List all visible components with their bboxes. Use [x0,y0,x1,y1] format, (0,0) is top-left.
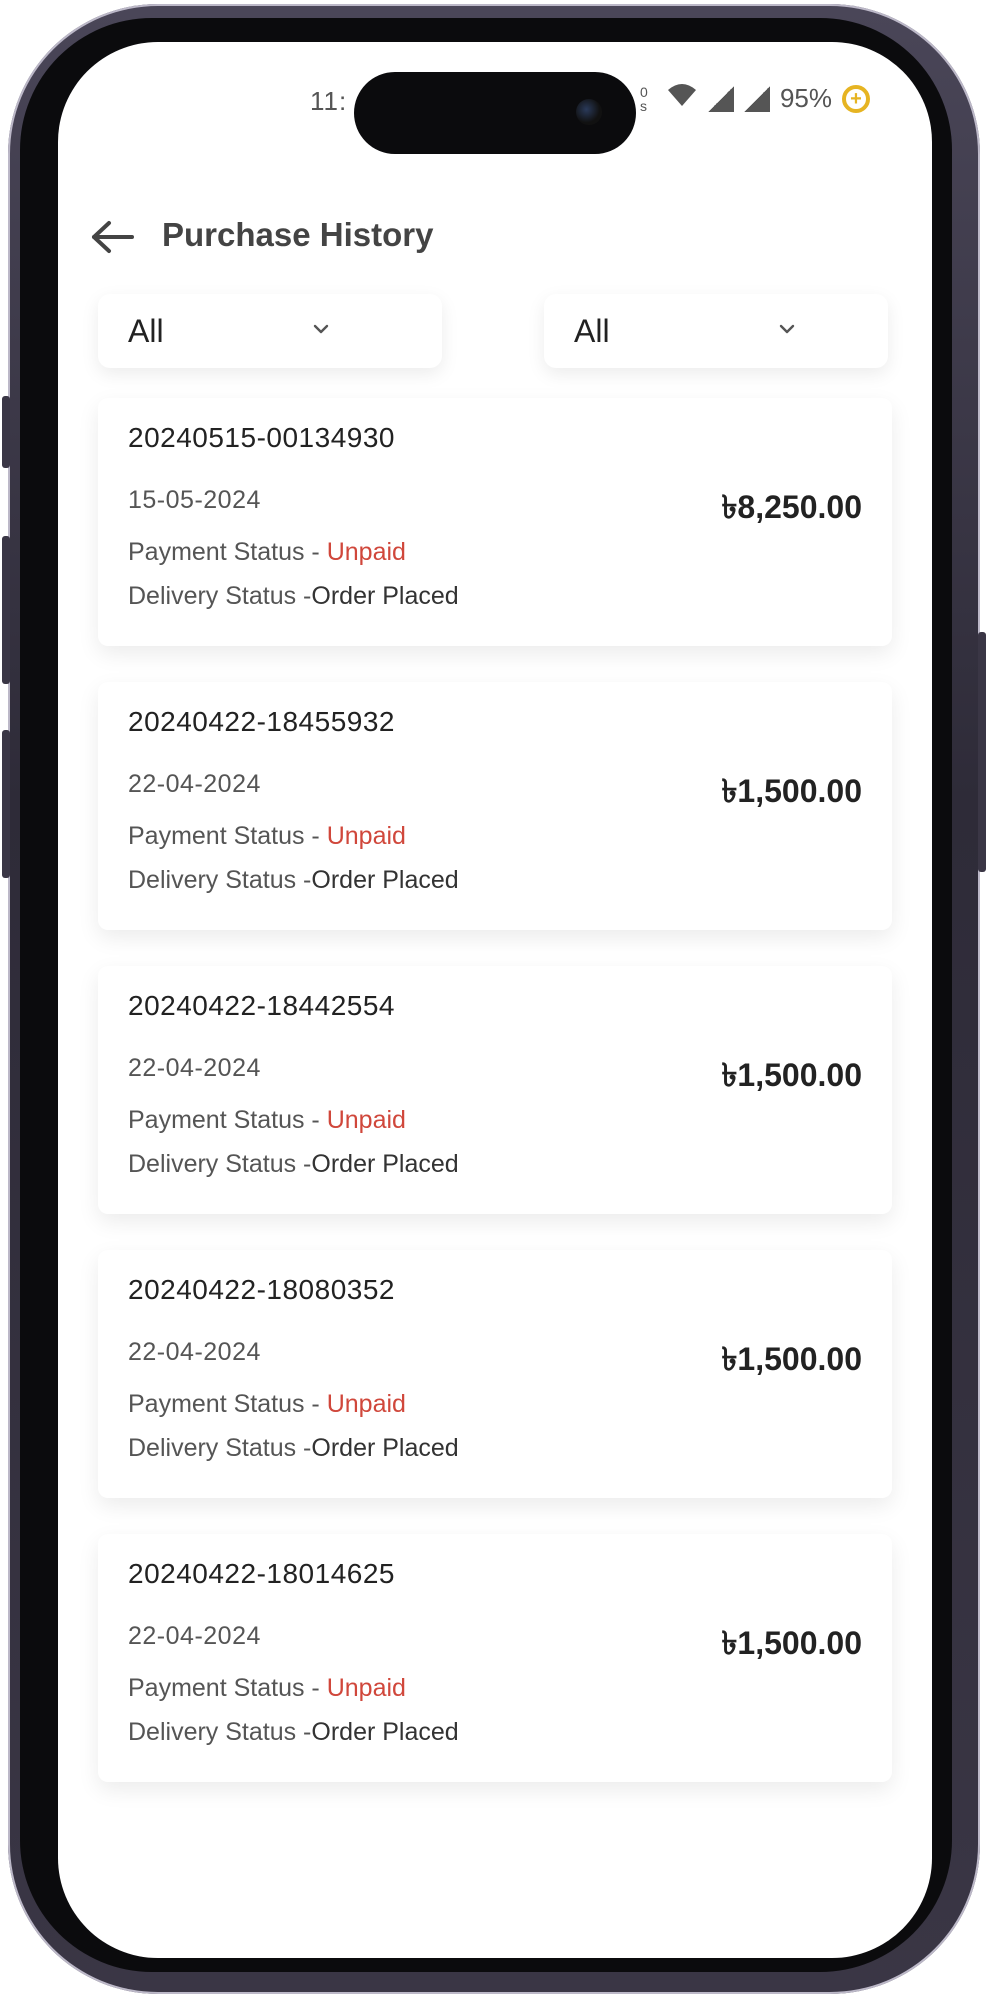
payment-status-value: Unpaid [326,1674,406,1702]
signal-icon-sim1 [707,85,734,112]
back-button[interactable] [88,212,138,262]
payment-status-label: Payment Status - [128,1106,327,1134]
payment-status: Payment Status - Unpaid [128,1674,406,1703]
order-number: 20240422-18442554 [128,990,395,1021]
network-speed: 0 s [639,83,648,114]
chevron-down-icon [313,324,329,334]
status-icons: 0 s 95% + [640,82,870,115]
order-amount: ৳1,500.00 [721,773,862,809]
side-button-action [2,396,10,468]
page-title: Purchase History [162,216,434,253]
side-button-power [978,632,986,872]
order-card[interactable]: 20240422-18014625 22-04-2024 ৳1,500.00 P… [98,1534,892,1782]
order-date: 22-04-2024 [128,1338,261,1366]
wifi-icon [666,82,698,115]
order-amount: ৳1,500.00 [721,1057,862,1093]
delivery-status: Delivery Status -Order Placed [128,1434,459,1463]
order-card[interactable]: 20240515-00134930 15-05-2024 ৳8,250.00 P… [98,398,892,646]
battery-percent: 95% [779,83,832,113]
delivery-status-label: Delivery Status - [128,866,312,894]
payment-status-value: Unpaid [326,822,406,850]
side-button-volume-up [2,536,10,684]
chevron-down-icon [779,324,795,334]
camera-icon [576,99,602,125]
filter-bar: All All [98,294,898,368]
status-time: 11: [310,86,348,116]
payment-status-label: Payment Status - [128,1390,327,1418]
order-date: 22-04-2024 [128,1622,261,1650]
dynamic-island [354,72,636,154]
battery-saver-symbol: + [850,87,862,110]
payment-status: Payment Status - Unpaid [128,1106,406,1135]
order-number: 20240422-18014625 [128,1558,395,1589]
delivery-status: Delivery Status -Order Placed [128,1718,459,1747]
filter-dropdown-value: All [574,312,610,349]
delivery-status-value: Order Placed [311,1434,459,1462]
payment-status-value: Unpaid [326,538,406,566]
order-number: 20240422-18080352 [128,1274,395,1305]
order-card[interactable]: 20240422-18080352 22-04-2024 ৳1,500.00 P… [98,1250,892,1498]
delivery-status-label: Delivery Status - [128,582,312,610]
delivery-status-label: Delivery Status - [128,1718,312,1746]
order-date: 15-05-2024 [128,486,261,514]
order-date: 22-04-2024 [128,770,261,798]
payment-status-value: Unpaid [326,1106,406,1134]
battery-saver-icon: + [842,84,870,113]
payment-status: Payment Status - Unpaid [128,1390,406,1419]
delivery-status-label: Delivery Status - [128,1434,312,1462]
payment-status-label: Payment Status - [128,1674,327,1702]
order-card[interactable]: 20240422-18442554 22-04-2024 ৳1,500.00 P… [98,966,892,1214]
delivery-status-value: Order Placed [311,1718,459,1746]
order-card[interactable]: 20240422-18455932 22-04-2024 ৳1,500.00 P… [98,682,892,930]
status-bar: 11: 0 s 95% + [58,42,932,162]
delivery-status-value: Order Placed [311,582,459,610]
payment-status-value: Unpaid [326,1390,406,1418]
payment-status: Payment Status - Unpaid [128,538,406,567]
delivery-status: Delivery Status -Order Placed [128,1150,459,1179]
side-button-volume-down [2,730,10,878]
payment-status-label: Payment Status - [128,822,327,850]
order-amount: ৳1,500.00 [721,1341,862,1377]
filter-dropdown-payment[interactable]: All [98,294,442,368]
payment-status-label: Payment Status - [128,538,327,566]
filter-dropdown-value: All [128,312,164,349]
app-screen: 11: 0 s 95% + Purchase History All All 2… [58,42,932,1958]
order-amount: ৳1,500.00 [721,1625,862,1661]
arrow-left-icon [92,221,134,253]
delivery-status: Delivery Status -Order Placed [128,866,459,895]
order-date: 22-04-2024 [128,1054,261,1082]
delivery-status-label: Delivery Status - [128,1150,312,1178]
order-number: 20240422-18455932 [128,706,395,737]
payment-status: Payment Status - Unpaid [128,822,406,851]
filter-dropdown-delivery[interactable]: All [544,294,888,368]
delivery-status-value: Order Placed [311,1150,459,1178]
order-number: 20240515-00134930 [128,422,395,453]
app-header: Purchase History [58,202,932,272]
order-amount: ৳8,250.00 [721,489,862,525]
signal-icon-sim2 [743,85,770,112]
delivery-status-value: Order Placed [311,866,459,894]
delivery-status: Delivery Status -Order Placed [128,582,459,611]
